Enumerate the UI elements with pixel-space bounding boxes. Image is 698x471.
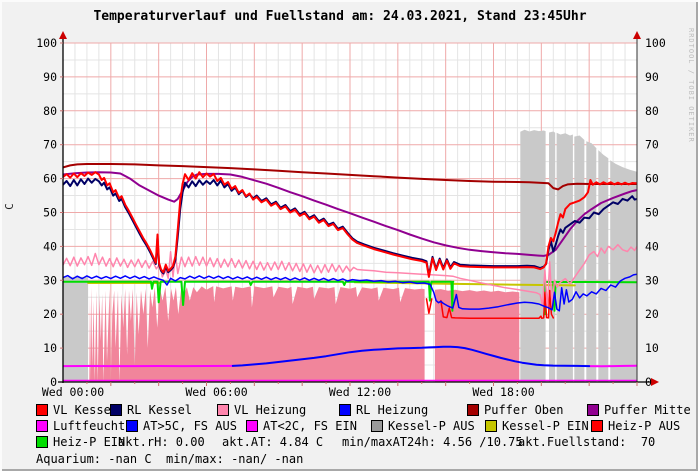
- y-tick-right-10: 10: [645, 341, 659, 355]
- y-tick-left-100: 100: [36, 36, 57, 50]
- legend-row-3: Heiz-P EINakt.rH: 0.00 akt.AT: 4.84 C min/…: [0, 435, 698, 450]
- legend-label: Puffer Oben: [484, 403, 563, 417]
- y-tick-left-50: 50: [43, 206, 57, 220]
- y-tick-right-90: 90: [645, 70, 659, 84]
- y-tick-right-30: 30: [645, 273, 659, 287]
- stat-value-1: akt.AT: 4.84 C: [222, 435, 323, 449]
- legend-swatch-icon: [126, 420, 138, 432]
- legend-label: AT>5C, FS AUS: [143, 419, 237, 433]
- y-tick-left-90: 90: [43, 70, 57, 84]
- stat-value-0: akt.rH: 0.00: [118, 435, 205, 449]
- legend-swatch-icon: [110, 404, 122, 416]
- area-kessel-p-aus: [549, 132, 555, 383]
- x-axis-arrow: [651, 378, 659, 386]
- legend-swatch-icon: [371, 420, 383, 432]
- legend-swatch-icon: [591, 420, 603, 432]
- legend-item-at-2c-fs-ein: AT<2C, FS EIN: [246, 419, 357, 433]
- area-kessel-p-aus: [586, 141, 596, 382]
- legend-label: AT<2C, FS EIN: [263, 419, 357, 433]
- y-tick-left-30: 30: [43, 273, 57, 287]
- y-tick-right-80: 80: [645, 104, 659, 118]
- legend-swatch-icon: [36, 404, 48, 416]
- legend-item-kessel-p-aus: Kessel-P AUS: [371, 419, 475, 433]
- legend-swatch-icon: [485, 420, 497, 432]
- y-tick-right-40: 40: [645, 239, 659, 253]
- area-heiz-p-aus: [435, 289, 519, 382]
- legend-swatch-icon: [36, 420, 48, 432]
- y-tick-right-20: 20: [645, 307, 659, 321]
- legend-row-4: Aquarium: -nan C min/max: -nan/ -nan: [0, 452, 698, 467]
- legend-swatch-icon: [246, 420, 258, 432]
- legend-item-rl-kessel: RL Kessel: [110, 403, 192, 417]
- legend-label: Puffer Mitte: [604, 403, 691, 417]
- legend-label: VL Kessel: [53, 403, 118, 417]
- legend-label: VL Heizung: [234, 403, 306, 417]
- legend-item-luftfeuchte: Luftfeuchte: [36, 419, 132, 433]
- area-kessel-p-aus: [574, 136, 584, 383]
- y-tick-left-40: 40: [43, 239, 57, 253]
- legend-label: Kessel-P AUS: [388, 419, 475, 433]
- legend-item-puffer-oben: Puffer Oben: [467, 403, 563, 417]
- legend-item-vl-kessel: VL Kessel: [36, 403, 118, 417]
- area-kessel-p-aus: [557, 133, 573, 382]
- plot-area: 0010102020303040405050606070708080909010…: [0, 0, 698, 403]
- legend-item-kessel-p-ein: Kessel-P EIN: [485, 419, 589, 433]
- y-tick-left-70: 70: [43, 138, 57, 152]
- legend-item-vl-heizung: VL Heizung: [217, 403, 306, 417]
- legend-swatch-icon: [217, 404, 229, 416]
- y-tick-left-20: 20: [43, 307, 57, 321]
- y-axis-arrow-right: [633, 31, 641, 39]
- legend-item-at-5c-fs-aus: AT>5C, FS AUS: [126, 419, 237, 433]
- y-tick-left-80: 80: [43, 104, 57, 118]
- legend-swatch-icon: [467, 404, 479, 416]
- rrdtool-graph: Temperaturverlauf und Fuellstand am: 24.…: [0, 0, 698, 471]
- legend-item-heiz-p-aus: Heiz-P AUS: [591, 419, 680, 433]
- x-tick-18: Wed 18:00: [472, 385, 534, 399]
- legend-label: Heiz-P EIN: [53, 435, 125, 449]
- legend-row-1: VL Kessel RL Kessel VL Heizung RL Heizung Pu…: [0, 403, 698, 418]
- legend-row-2: Luftfeuchte AT>5C, FS AUS AT<2C, FS EIN Kes…: [0, 419, 698, 434]
- legend-label: Heiz-P AUS: [608, 419, 680, 433]
- legend-item-puffer-mitte: Puffer Mitte: [587, 403, 691, 417]
- y-tick-right-70: 70: [645, 138, 659, 152]
- legend-label: RL Kessel: [127, 403, 192, 417]
- stat-value-2: min/maxAT24h: 4.56 /10.75: [342, 435, 523, 449]
- legend-swatch-icon: [36, 436, 48, 448]
- legend-item-heiz-p-ein: Heiz-P EIN: [36, 435, 125, 449]
- legend-swatch-icon: [339, 404, 351, 416]
- x-tick-0: Wed 00:00: [42, 385, 104, 399]
- y-tick-right-100: 100: [645, 36, 666, 50]
- y-tick-right-60: 60: [645, 172, 659, 186]
- legend-label: Kessel-P EIN: [502, 419, 589, 433]
- y-tick-left-60: 60: [43, 172, 57, 186]
- x-tick-6: Wed 06:00: [185, 385, 247, 399]
- aquarium-status-text: Aquarium: -nan C min/max: -nan/ -nan: [36, 452, 303, 466]
- stat-value-3: akt.Fuellstand: 70: [518, 435, 655, 449]
- x-tick-12: Wed 12:00: [329, 385, 391, 399]
- y-axis-arrow-left: [59, 31, 67, 39]
- legend-swatch-icon: [587, 404, 599, 416]
- legend-label: RL Heizung: [356, 403, 428, 417]
- line-at-2c-fs-ein: [589, 366, 637, 367]
- y-tick-left-10: 10: [43, 341, 57, 355]
- legend-item-rl-heizung: RL Heizung: [339, 403, 428, 417]
- y-tick-right-0: 0: [645, 375, 652, 389]
- y-tick-right-50: 50: [645, 206, 659, 220]
- legend-label: Luftfeuchte: [53, 419, 132, 433]
